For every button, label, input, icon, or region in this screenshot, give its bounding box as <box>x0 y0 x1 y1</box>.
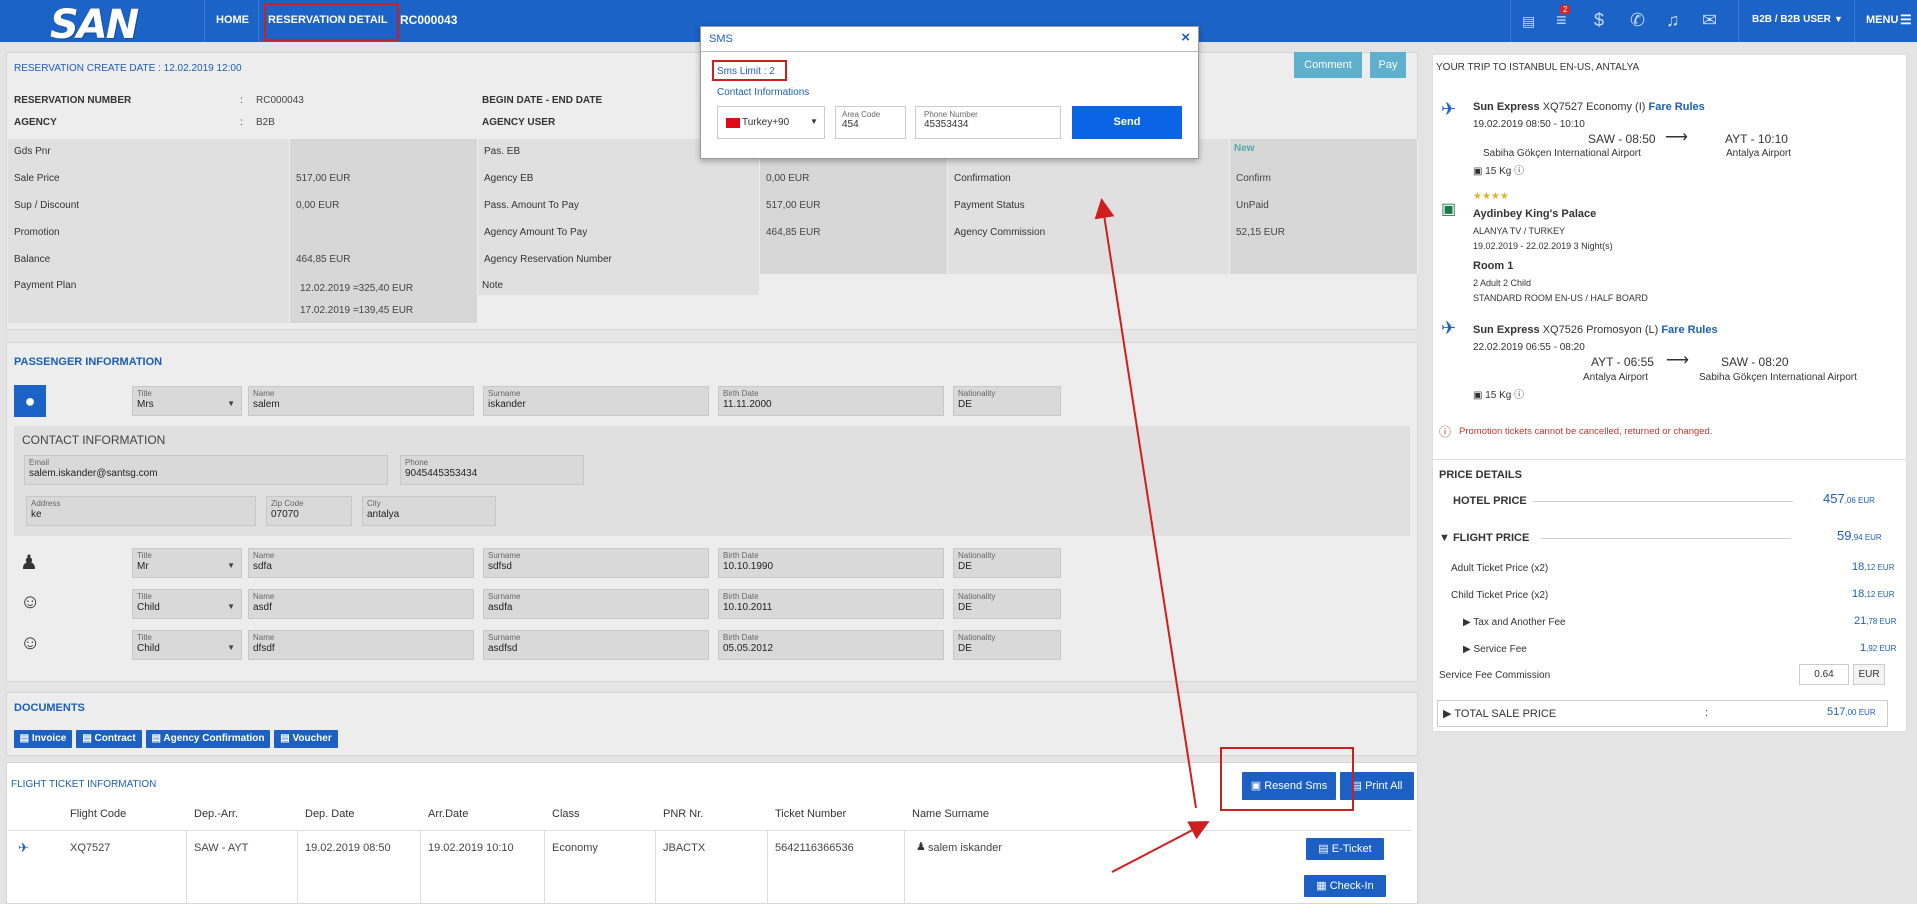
annotation-arrows <box>1094 198 1210 873</box>
arrow-to-resend <box>1111 821 1210 873</box>
arrow-to-modal <box>1094 198 1197 809</box>
